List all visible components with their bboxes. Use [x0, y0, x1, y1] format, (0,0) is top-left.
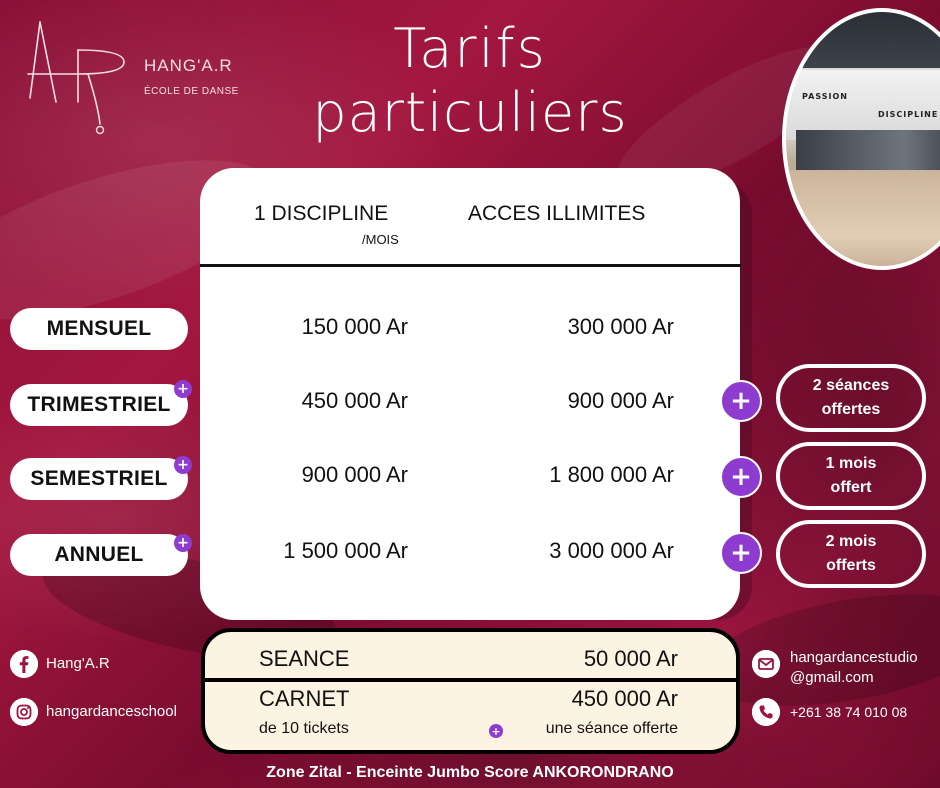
email-line-2: @gmail.com [790, 668, 874, 686]
photo-floor [786, 170, 940, 266]
facebook-handle[interactable]: Hang'A.R [46, 655, 110, 672]
seance-box: SEANCE 50 000 Ar CARNET de 10 tickets 45… [201, 628, 740, 754]
plus-badge-icon: + [174, 534, 192, 552]
instagram-glyph [10, 698, 38, 726]
facebook-icon[interactable] [10, 650, 38, 678]
label-trimestriel: TRIMESTRIEL [10, 384, 188, 426]
plus-circle-icon: + [720, 532, 762, 574]
price-mensuel-illimite: 300 000 Ar [567, 314, 674, 339]
page-title: Tarifs particuliers [250, 22, 690, 140]
plus-circle-icon: + [720, 380, 762, 422]
label-semestriel: SEMESTRIEL [10, 458, 188, 500]
label-mensuel: MENSUEL [10, 308, 188, 350]
phone-number[interactable]: +261 38 74 010 08 [790, 704, 907, 720]
bonus-plus-icon: + [489, 724, 503, 738]
column-header-discipline: 1 DISCIPLINE [254, 202, 389, 225]
photo-word-discipline: DISCIPLINE [878, 110, 939, 119]
seance-divider [205, 678, 736, 682]
carnet-bonus: une séance offerte [545, 720, 678, 737]
instagram-icon[interactable] [10, 698, 38, 726]
carnet-subtitle: de 10 tickets [259, 720, 349, 737]
title-line-1: Tarifs [393, 17, 547, 80]
phone-icon[interactable] [752, 698, 780, 726]
hangar-logo [27, 21, 125, 135]
email-line-1: hangardancestudio [790, 649, 918, 666]
carnet-label: CARNET [259, 686, 350, 711]
label-annuel: ANNUEL [10, 534, 188, 576]
studio-photo: PASSION DISCIPLINE [782, 8, 940, 270]
photo-word-passion: PASSION [802, 92, 848, 101]
title-line-2: particuliers [312, 81, 628, 144]
column-header-discipline-sub: /MOIS [362, 232, 399, 247]
brand-name: HANG'A.R [144, 56, 233, 75]
carnet-price: 450 000 Ar [571, 686, 678, 711]
price-semestriel-illimite: 1 800 000 Ar [549, 462, 674, 487]
plus-circle-icon: + [720, 456, 762, 498]
price-trimestriel-illimite: 900 000 Ar [567, 388, 674, 413]
plus-badge-icon: + [174, 456, 192, 474]
offer-trimestriel: 2 séances offertes [776, 364, 926, 432]
mail-glyph [752, 650, 780, 678]
instagram-handle[interactable]: hangardanceschool [46, 703, 177, 720]
price-annuel-discipline: 1 500 000 Ar [283, 538, 408, 563]
header-divider [200, 264, 741, 267]
facebook-glyph [10, 650, 38, 678]
seance-label: SEANCE [259, 646, 350, 671]
column-header-illimite: ACCES ILLIMITES [468, 202, 646, 225]
price-mensuel-discipline: 150 000 Ar [301, 314, 408, 339]
brand-subtitle: ÉCOLE DE DANSE [144, 86, 239, 97]
price-semestriel-discipline: 900 000 Ar [301, 462, 408, 487]
seance-price: 50 000 Ar [583, 646, 678, 671]
address-footer: Zone Zital - Enceinte Jumbo Score ANKORO… [266, 764, 674, 781]
price-trimestriel-discipline: 450 000 Ar [301, 388, 408, 413]
email-address[interactable]: hangardancestudio @gmail.com [790, 648, 918, 687]
mail-icon[interactable] [752, 650, 780, 678]
phone-glyph [752, 698, 780, 726]
photo-mirror [796, 130, 940, 170]
offer-annuel: 2 mois offerts [776, 520, 926, 588]
pricing-card: 1 DISCIPLINE /MOIS ACCES ILLIMITES 150 0… [200, 168, 741, 620]
price-annuel-illimite: 3 000 000 Ar [549, 538, 674, 563]
plus-badge-icon: + [174, 380, 192, 398]
offer-semestriel: 1 mois offert [776, 442, 926, 510]
